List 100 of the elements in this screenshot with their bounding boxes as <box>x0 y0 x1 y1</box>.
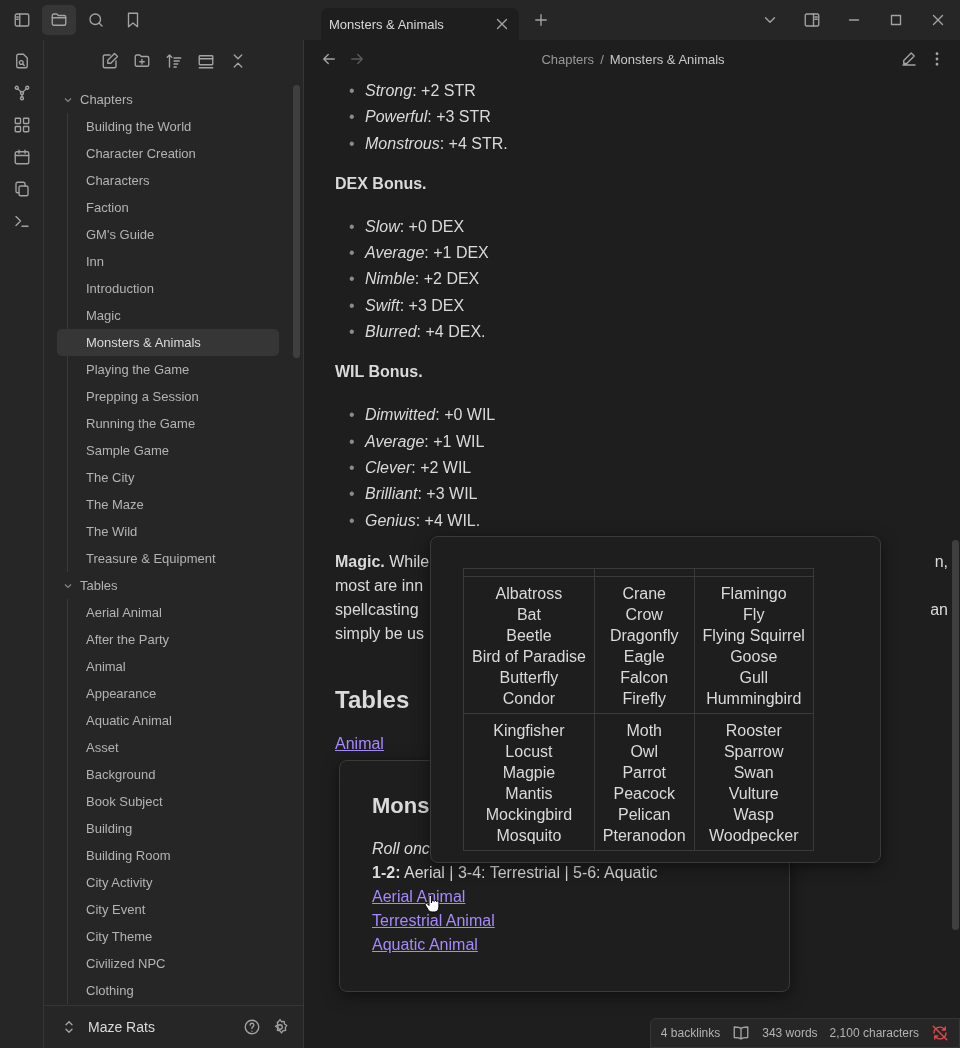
scrollbar-thumb[interactable] <box>293 85 300 358</box>
file-item[interactable]: Magic <box>57 302 279 329</box>
paragraph-fragment: spellcasting <box>335 599 419 620</box>
file-item[interactable]: Civilized NPC <box>57 950 279 977</box>
folder-item[interactable]: Chapters <box>56 86 279 113</box>
folder-icon[interactable] <box>50 11 68 29</box>
file-item[interactable]: Monsters & Animals <box>57 329 279 356</box>
table-cell: Kingfisher Locust Magpie Mantis Mockingbird Mosquito <box>463 713 595 851</box>
list-item: Strong: +2 STR <box>365 81 477 101</box>
list-item: Brilliant: +3 WIL <box>365 484 479 505</box>
bullet: • <box>349 269 356 290</box>
graph-icon[interactable] <box>12 84 31 102</box>
file-item[interactable]: Treasure & Equipment <box>57 545 279 572</box>
note-link[interactable]: Terrestrial Animal <box>372 909 495 933</box>
preview-text: Roll onc <box>372 839 431 859</box>
note-link[interactable]: Aerial Animal <box>372 885 466 909</box>
paragraph-fragment: most are inn <box>335 575 424 596</box>
file-item[interactable]: Animal <box>57 653 279 680</box>
file-item[interactable]: Inn <box>57 248 279 275</box>
scrollbar-thumb[interactable] <box>952 540 959 930</box>
table-cell: Rooster Sparrow Swan Vulture Wasp Woodpecker <box>694 713 814 851</box>
file-item[interactable]: Appearance <box>57 680 279 707</box>
paragraph-fragment: an <box>930 599 948 620</box>
list-item: Slow: +0 DEX <box>365 216 466 237</box>
note-link[interactable]: Aquatic Animal <box>372 933 478 957</box>
sync-off-icon[interactable] <box>931 1024 949 1042</box>
sidebar-toggle-icon[interactable] <box>13 11 31 29</box>
file-item[interactable]: The Maze <box>57 491 279 518</box>
file-item[interactable]: Sample Game <box>57 437 279 464</box>
list-item: Average: +1 DEX <box>365 243 490 264</box>
breadcrumb-item[interactable]: Chapters <box>541 51 595 67</box>
paragraph-fragment: n, <box>934 551 948 572</box>
calendar-icon[interactable] <box>12 148 31 166</box>
bullet: • <box>349 133 356 154</box>
bold-label: DEX Bonus. <box>335 173 427 194</box>
window-icon[interactable] <box>196 52 215 70</box>
vault-name[interactable]: Maze Rats <box>88 1019 233 1035</box>
breadcrumb-item[interactable]: Monsters & Animals <box>609 51 725 67</box>
word-count: 343 words <box>762 1026 818 1040</box>
note-link[interactable]: Animal <box>335 731 384 756</box>
file-item[interactable]: Book Subject <box>57 788 279 815</box>
bullet: • <box>349 405 356 426</box>
bullet: • <box>349 431 356 452</box>
list-item: Powerful: +3 STR <box>365 107 492 128</box>
bullet: • <box>349 322 356 343</box>
table-cell: Albatross Bat Beetle Bird of Paradise Butterfly Condor <box>463 576 595 714</box>
edit-note-icon[interactable] <box>100 52 119 70</box>
preview-text: 1-2: Aerial | 3-4: Terrestrial | 5-6: Aquatic <box>372 863 659 883</box>
bullet: • <box>349 216 356 237</box>
folder-item[interactable]: Tables <box>56 572 279 599</box>
file-item[interactable]: Building Room <box>57 842 279 869</box>
file-item[interactable]: Characters <box>57 167 279 194</box>
file-item[interactable]: The Wild <box>57 518 279 545</box>
backlinks-count[interactable]: 4 backlinks <box>660 1026 721 1040</box>
note-tab[interactable]: Monsters & Animals <box>321 8 519 40</box>
sort-icon[interactable] <box>164 52 183 70</box>
file-item[interactable]: Clothing <box>57 977 279 1004</box>
list-item: Monstrous: +4 STR. <box>365 133 509 154</box>
file-item[interactable]: Playing the Game <box>57 356 279 383</box>
search-icon[interactable] <box>87 11 105 29</box>
table-cell: Moth Owl Parrot Peacock Pelican Pteranodon <box>594 713 695 851</box>
file-item[interactable]: The City <box>57 464 279 491</box>
bullet: • <box>349 81 356 101</box>
file-item[interactable]: Building <box>57 815 279 842</box>
paragraph-fragment: simply be us <box>335 623 424 644</box>
section-heading: Tables <box>335 684 410 715</box>
bullet: • <box>349 510 356 531</box>
file-item[interactable]: City Theme <box>57 923 279 950</box>
file-item[interactable]: Faction <box>57 194 279 221</box>
new-folder-icon[interactable] <box>132 52 151 70</box>
file-item[interactable]: After the Party <box>57 626 279 653</box>
character-count: 2,100 characters <box>829 1026 919 1040</box>
copy-icon[interactable] <box>12 180 31 198</box>
plus-icon[interactable] <box>532 11 550 29</box>
list-item: Clever: +2 WIL <box>365 457 473 478</box>
file-item[interactable]: Aquatic Animal <box>57 707 279 734</box>
file-item[interactable]: Running the Game <box>57 410 279 437</box>
file-item[interactable]: City Activity <box>57 869 279 896</box>
table-cell: Crane Crow Dragonfly Eagle Falcon Firefly <box>594 576 695 714</box>
bullet: • <box>349 484 356 505</box>
help-icon[interactable] <box>243 1018 261 1036</box>
bullet: • <box>349 243 356 264</box>
file-item[interactable]: GM's Guide <box>57 221 279 248</box>
file-item[interactable]: Background <box>57 761 279 788</box>
list-item: Dimwitted: +0 WIL <box>365 405 497 426</box>
bullet: • <box>349 107 356 128</box>
file-item[interactable]: Asset <box>57 734 279 761</box>
list-item: Nimble: +2 DEX <box>365 269 481 290</box>
file-item[interactable]: City Event <box>57 896 279 923</box>
book-icon[interactable] <box>732 1024 751 1042</box>
paragraph-fragment: Magic. While <box>335 551 430 572</box>
file-item[interactable]: Introduction <box>57 275 279 302</box>
file-item[interactable]: Building the World <box>57 113 279 140</box>
blocks-icon[interactable] <box>12 116 31 134</box>
pencil-icon[interactable] <box>900 50 918 68</box>
file-item[interactable]: Aerial Animal <box>57 599 279 626</box>
split-panel-icon[interactable] <box>803 11 821 29</box>
list-item: Genius: +4 WIL. <box>365 510 482 531</box>
file-item[interactable]: Prepping a Session <box>57 383 279 410</box>
file-item[interactable]: Character Creation <box>57 140 279 167</box>
